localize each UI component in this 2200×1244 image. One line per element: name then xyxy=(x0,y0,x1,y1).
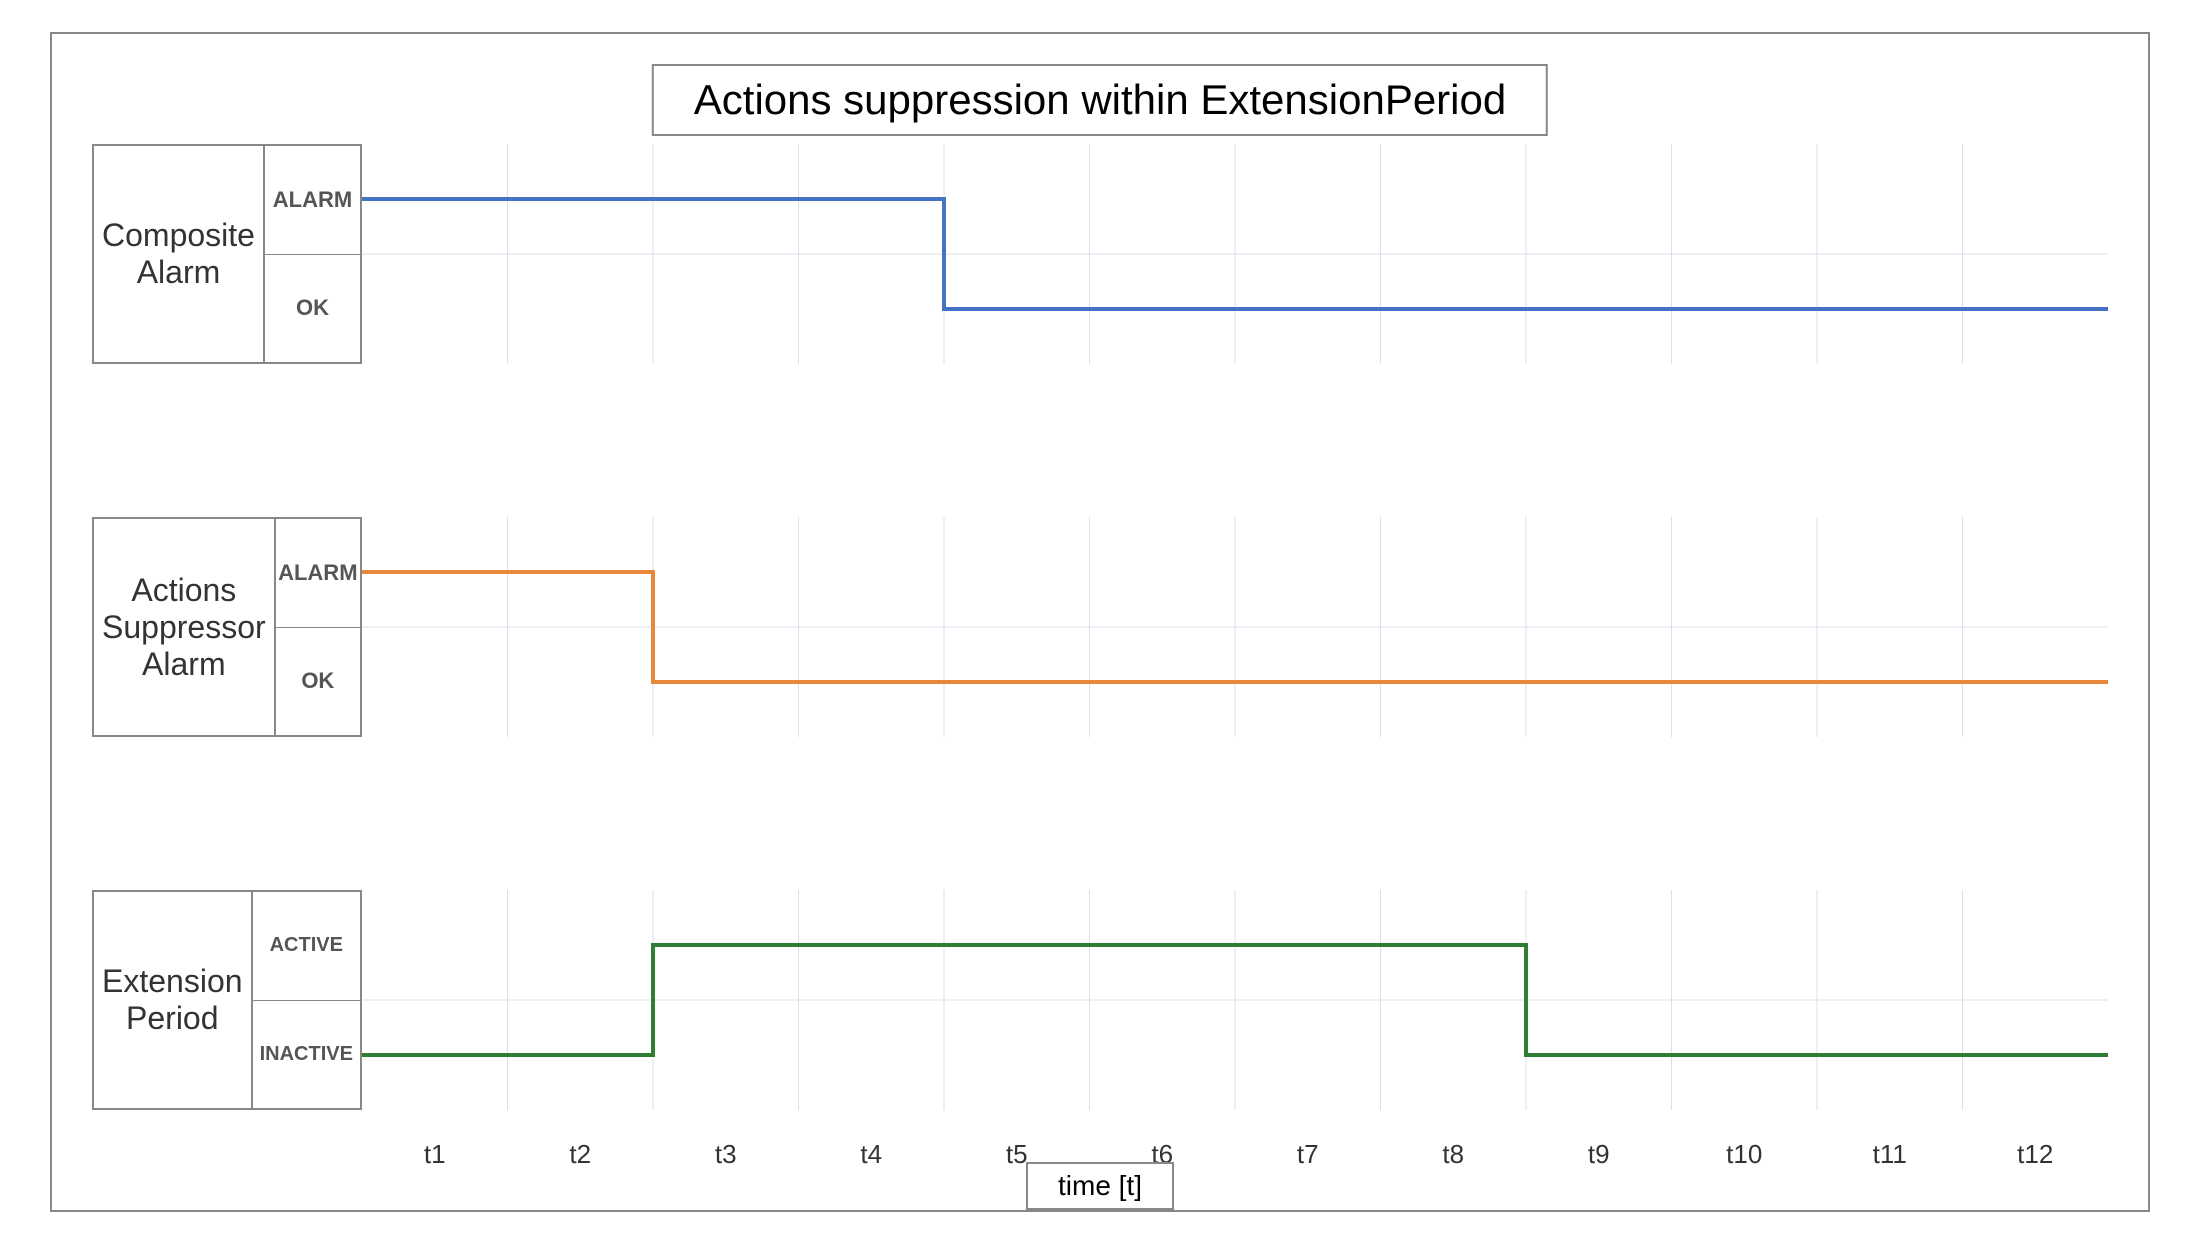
actions-suppressor-row: ActionsSuppressorAlarm ALARM OK xyxy=(92,517,2108,737)
tick-t3: t3 xyxy=(653,1139,799,1170)
composite-alarm-svg xyxy=(362,144,2108,364)
actions-suppressor-chart xyxy=(362,517,2108,737)
extension-period-svg xyxy=(362,890,2108,1110)
extension-period-state-active: ACTIVE xyxy=(253,892,360,1001)
composite-alarm-label-box: CompositeAlarm ALARM OK xyxy=(92,144,362,364)
composite-alarm-title: CompositeAlarm xyxy=(94,146,263,362)
tick-t2: t2 xyxy=(508,1139,654,1170)
time-label: time [t] xyxy=(1026,1162,1174,1210)
tick-t4: t4 xyxy=(799,1139,945,1170)
composite-alarm-state-alarm: ALARM xyxy=(265,146,360,255)
tick-t8: t8 xyxy=(1381,1139,1527,1170)
tick-t9: t9 xyxy=(1526,1139,1672,1170)
composite-alarm-state-ok: OK xyxy=(265,255,360,363)
actions-suppressor-state-ok: OK xyxy=(276,628,360,736)
tick-t1: t1 xyxy=(362,1139,508,1170)
actions-suppressor-svg xyxy=(362,517,2108,737)
tick-t12: t12 xyxy=(1963,1139,2109,1170)
extension-period-title: ExtensionPeriod xyxy=(94,892,251,1108)
composite-alarm-chart xyxy=(362,144,2108,364)
extension-period-row: ExtensionPeriod ACTIVE INACTIVE xyxy=(92,890,2108,1110)
composite-alarm-row: CompositeAlarm ALARM OK xyxy=(92,144,2108,364)
extension-period-state-inactive: INACTIVE xyxy=(253,1001,360,1109)
extension-period-label-box: ExtensionPeriod ACTIVE INACTIVE xyxy=(92,890,362,1110)
actions-suppressor-state-alarm: ALARM xyxy=(276,519,360,628)
extension-period-chart xyxy=(362,890,2108,1110)
tick-t11: t11 xyxy=(1817,1139,1963,1170)
time-axis: t1 t2 t3 t4 t5 t6 t7 t8 t9 t10 t11 t12 xyxy=(362,1139,2108,1170)
actions-suppressor-title: ActionsSuppressorAlarm xyxy=(94,519,274,735)
actions-suppressor-label-box: ActionsSuppressorAlarm ALARM OK xyxy=(92,517,362,737)
tick-t7: t7 xyxy=(1235,1139,1381,1170)
chart-container: Actions suppression within ExtensionPeri… xyxy=(50,32,2150,1212)
chart-title: Actions suppression within ExtensionPeri… xyxy=(652,64,1548,136)
tick-t10: t10 xyxy=(1672,1139,1818,1170)
row-panels: CompositeAlarm ALARM OK xyxy=(92,144,2108,1110)
